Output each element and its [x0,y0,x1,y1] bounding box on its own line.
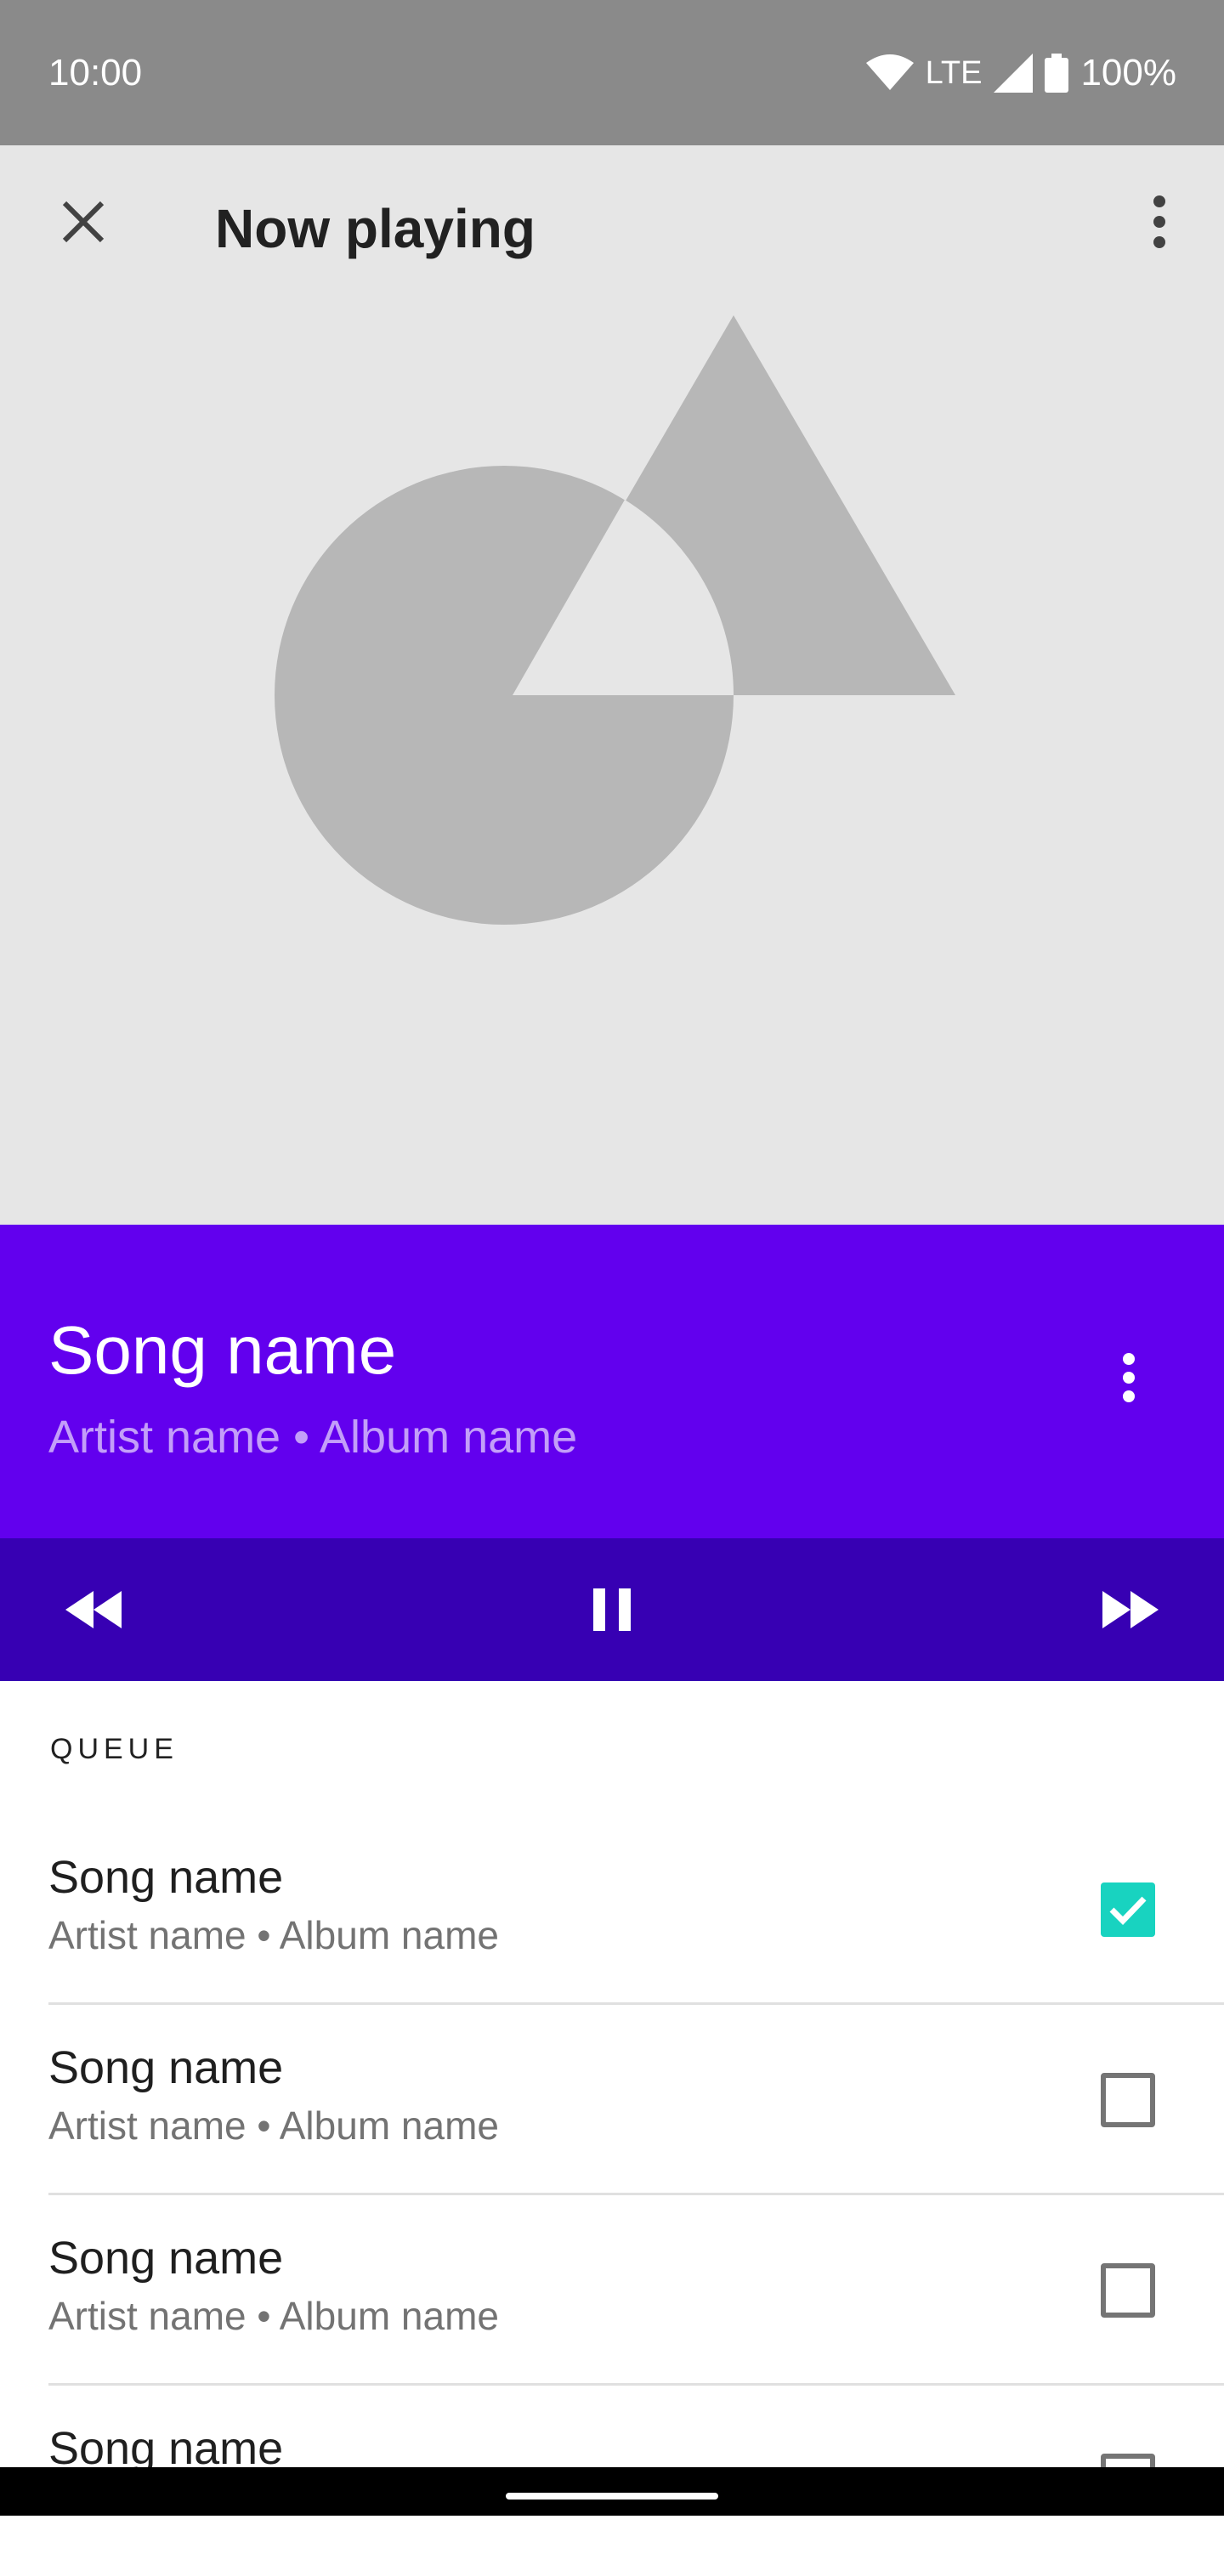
page-title: Now playing [215,198,536,259]
top-app-bar: Now playing [0,145,1224,315]
list-item[interactable]: Song name Artist name • Album name [0,2195,1224,2386]
queue-list: Song name Artist name • Album name Song … [0,1815,1224,2576]
status-icons: LTE 100% [865,49,1176,97]
queue-song-subtitle: Artist name • Album name [48,2103,499,2148]
list-item[interactable]: Song name Artist name • Album name [0,1815,1224,2005]
battery-icon [1045,54,1069,93]
signal-icon [994,54,1034,93]
home-gesture-handle[interactable] [506,2493,718,2500]
rewind-button[interactable] [42,1559,144,1661]
system-nav-bar [0,2467,1224,2516]
queue-item-checkbox[interactable] [1101,1882,1155,1937]
rewind-icon [65,1591,122,1628]
close-button[interactable] [41,179,126,264]
fast-forward-button[interactable] [1080,1559,1182,1661]
album-artwork [0,315,1224,1225]
more-vert-icon [1123,1353,1135,1402]
queue-song-subtitle: Artist name • Album name [48,1913,499,1957]
battery-percent: 100% [1080,52,1176,93]
song-title: Song name [48,1312,397,1388]
queue-song-title: Song name [48,1852,284,1903]
status-bar: 10:00 LTE 100% [0,0,1224,145]
close-icon [62,201,105,243]
playback-controls [0,1538,1224,1681]
now-playing-panel: Song name Artist name • Album name [0,1225,1224,1538]
queue-song-subtitle: Artist name • Album name [48,2294,499,2338]
overflow-menu-button[interactable] [1117,179,1202,264]
check-icon [1109,1896,1147,1925]
more-vert-icon [1153,195,1165,248]
song-more-button[interactable] [1086,1335,1171,1420]
wifi-icon [865,54,914,90]
pause-icon [593,1588,631,1631]
status-time: 10:00 [48,52,143,93]
network-type: LTE [925,55,983,91]
song-subtitle: Artist name • Album name [48,1412,578,1463]
queue-song-title: Song name [48,2042,284,2093]
list-item[interactable]: Song name Artist name • Album name [0,2005,1224,2195]
queue-header: QUEUE [50,1733,178,1765]
artwork-placeholder-shapes [275,315,955,925]
queue-item-checkbox[interactable] [1101,2263,1155,2318]
queue-song-title: Song name [48,2233,284,2284]
queue-item-checkbox[interactable] [1101,2073,1155,2127]
pause-button[interactable] [561,1559,663,1661]
fast-forward-icon [1102,1591,1159,1628]
